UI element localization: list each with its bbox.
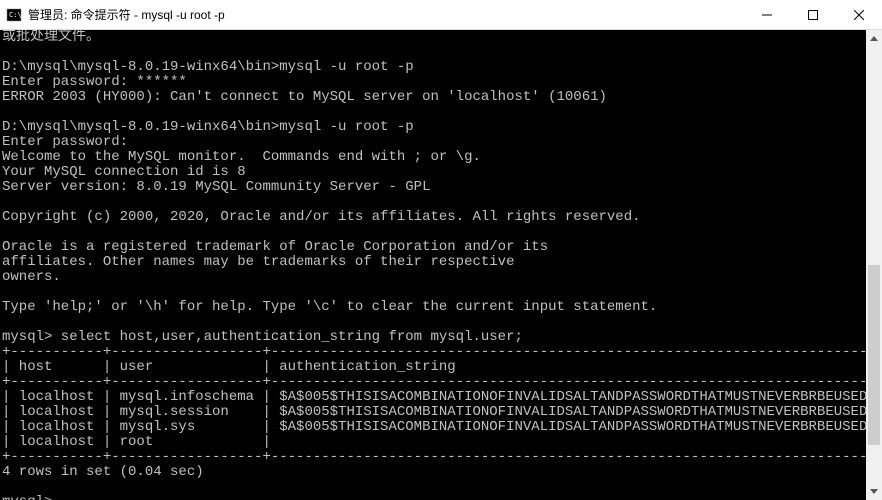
terminal-line <box>2 315 880 330</box>
terminal-line: mysql> select host,user,authentication_s… <box>2 330 880 345</box>
terminal-line: Enter password: ****** <box>2 75 880 90</box>
terminal-line: 或批处理文件。 <box>2 30 880 45</box>
window-title: 管理员: 命令提示符 - mysql -u root -p <box>28 6 225 23</box>
cmd-icon: C:\ <box>6 7 22 23</box>
maximize-button[interactable] <box>790 0 836 30</box>
terminal-output[interactable]: 或批处理文件。 D:\mysql\mysql-8.0.19-winx64\bin>… <box>0 30 882 500</box>
terminal-line: Enter password: <box>2 135 880 150</box>
svg-text:C:\: C:\ <box>9 11 22 19</box>
terminal-line <box>2 480 880 495</box>
terminal-line: +-----------+------------------+--------… <box>2 375 880 390</box>
terminal-line: Welcome to the MySQL monitor. Commands e… <box>2 150 880 165</box>
terminal-line: ERROR 2003 (HY000): Can't connect to MyS… <box>2 90 880 105</box>
window-titlebar: C:\ 管理员: 命令提示符 - mysql -u root -p <box>0 0 882 30</box>
terminal-line: affiliates. Other names may be trademark… <box>2 255 880 270</box>
terminal-line: Copyright (c) 2000, 2020, Oracle and/or … <box>2 210 880 225</box>
terminal-line: 4 rows in set (0.04 sec) <box>2 465 880 480</box>
minimize-button[interactable] <box>744 0 790 30</box>
terminal-line: | localhost | mysql.session | $A$005$THI… <box>2 405 880 420</box>
terminal-line <box>2 195 880 210</box>
terminal-line: | localhost | mysql.sys | $A$005$THISISA… <box>2 420 880 435</box>
terminal-line: D:\mysql\mysql-8.0.19-winx64\bin>mysql -… <box>2 120 880 135</box>
scroll-up-arrow[interactable] <box>866 30 882 47</box>
scrollbar-thumb[interactable] <box>868 265 880 445</box>
terminal-line <box>2 105 880 120</box>
terminal-line: owners. <box>2 270 880 285</box>
terminal-line: D:\mysql\mysql-8.0.19-winx64\bin>mysql -… <box>2 60 880 75</box>
terminal-line: Type 'help;' or '\h' for help. Type '\c'… <box>2 300 880 315</box>
terminal-line: Your MySQL connection id is 8 <box>2 165 880 180</box>
terminal-line: mysql> <box>2 495 880 500</box>
terminal-line: | localhost | root | | <box>2 435 880 450</box>
scroll-down-arrow[interactable] <box>866 483 882 500</box>
terminal-line <box>2 45 880 60</box>
terminal-line: Server version: 8.0.19 MySQL Community S… <box>2 180 880 195</box>
terminal-line <box>2 225 880 240</box>
scrollbar-track[interactable] <box>866 47 882 483</box>
terminal-line: +-----------+------------------+--------… <box>2 345 880 360</box>
terminal-line <box>2 285 880 300</box>
terminal-line: +-----------+------------------+--------… <box>2 450 880 465</box>
terminal-line: | host | user | authentication_string | <box>2 360 880 375</box>
vertical-scrollbar[interactable] <box>866 30 882 500</box>
terminal-line: Oracle is a registered trademark of Orac… <box>2 240 880 255</box>
close-button[interactable] <box>836 0 882 30</box>
terminal-line: | localhost | mysql.infoschema | $A$005$… <box>2 390 880 405</box>
